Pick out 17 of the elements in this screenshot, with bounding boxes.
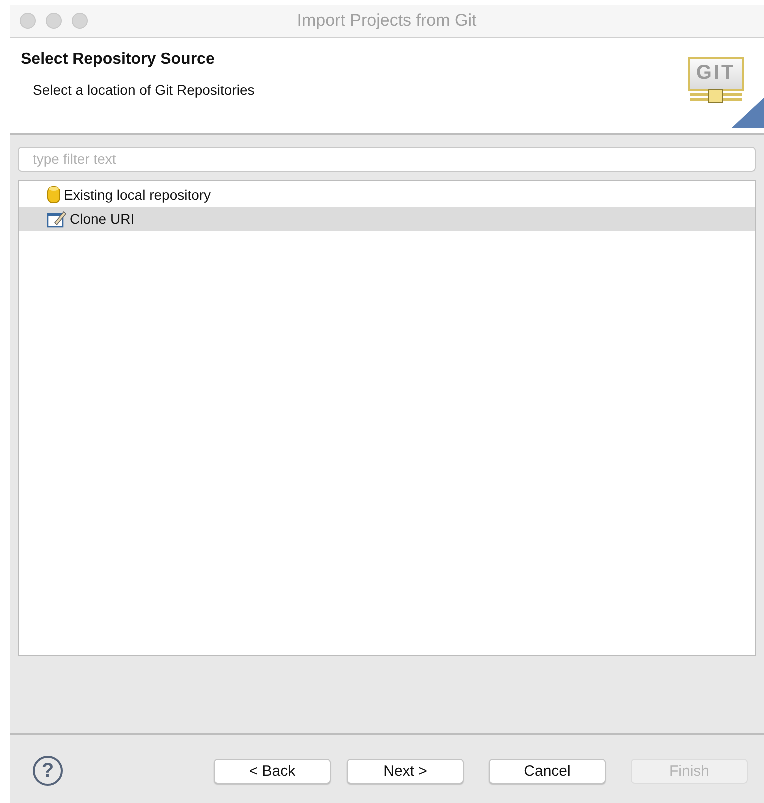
corner-triangle bbox=[732, 98, 764, 128]
window-zoom-button[interactable] bbox=[72, 12, 88, 29]
list-item[interactable]: Clone URI bbox=[19, 206, 755, 231]
dialog-button[interactable]: < Back bbox=[214, 758, 331, 784]
pencil-document-icon bbox=[47, 208, 67, 229]
window-minimize-button[interactable] bbox=[46, 12, 62, 29]
dialog-button[interactable]: Next > bbox=[347, 758, 464, 784]
window-title: Import Projects from Git bbox=[296, 10, 478, 31]
cylinder-icon bbox=[47, 184, 61, 205]
help-button[interactable]: ? bbox=[32, 754, 64, 787]
page-description: Select a location of Git Repositories bbox=[33, 82, 256, 98]
filter-field[interactable]: type filter text bbox=[18, 146, 756, 172]
list-item[interactable]: Existing local repository bbox=[19, 182, 755, 207]
page-title: Select Repository Source bbox=[21, 50, 216, 69]
git-logo: GIT bbox=[686, 56, 746, 105]
window-close-button[interactable] bbox=[20, 12, 36, 29]
dialog-button[interactable]: Cancel bbox=[489, 758, 606, 784]
